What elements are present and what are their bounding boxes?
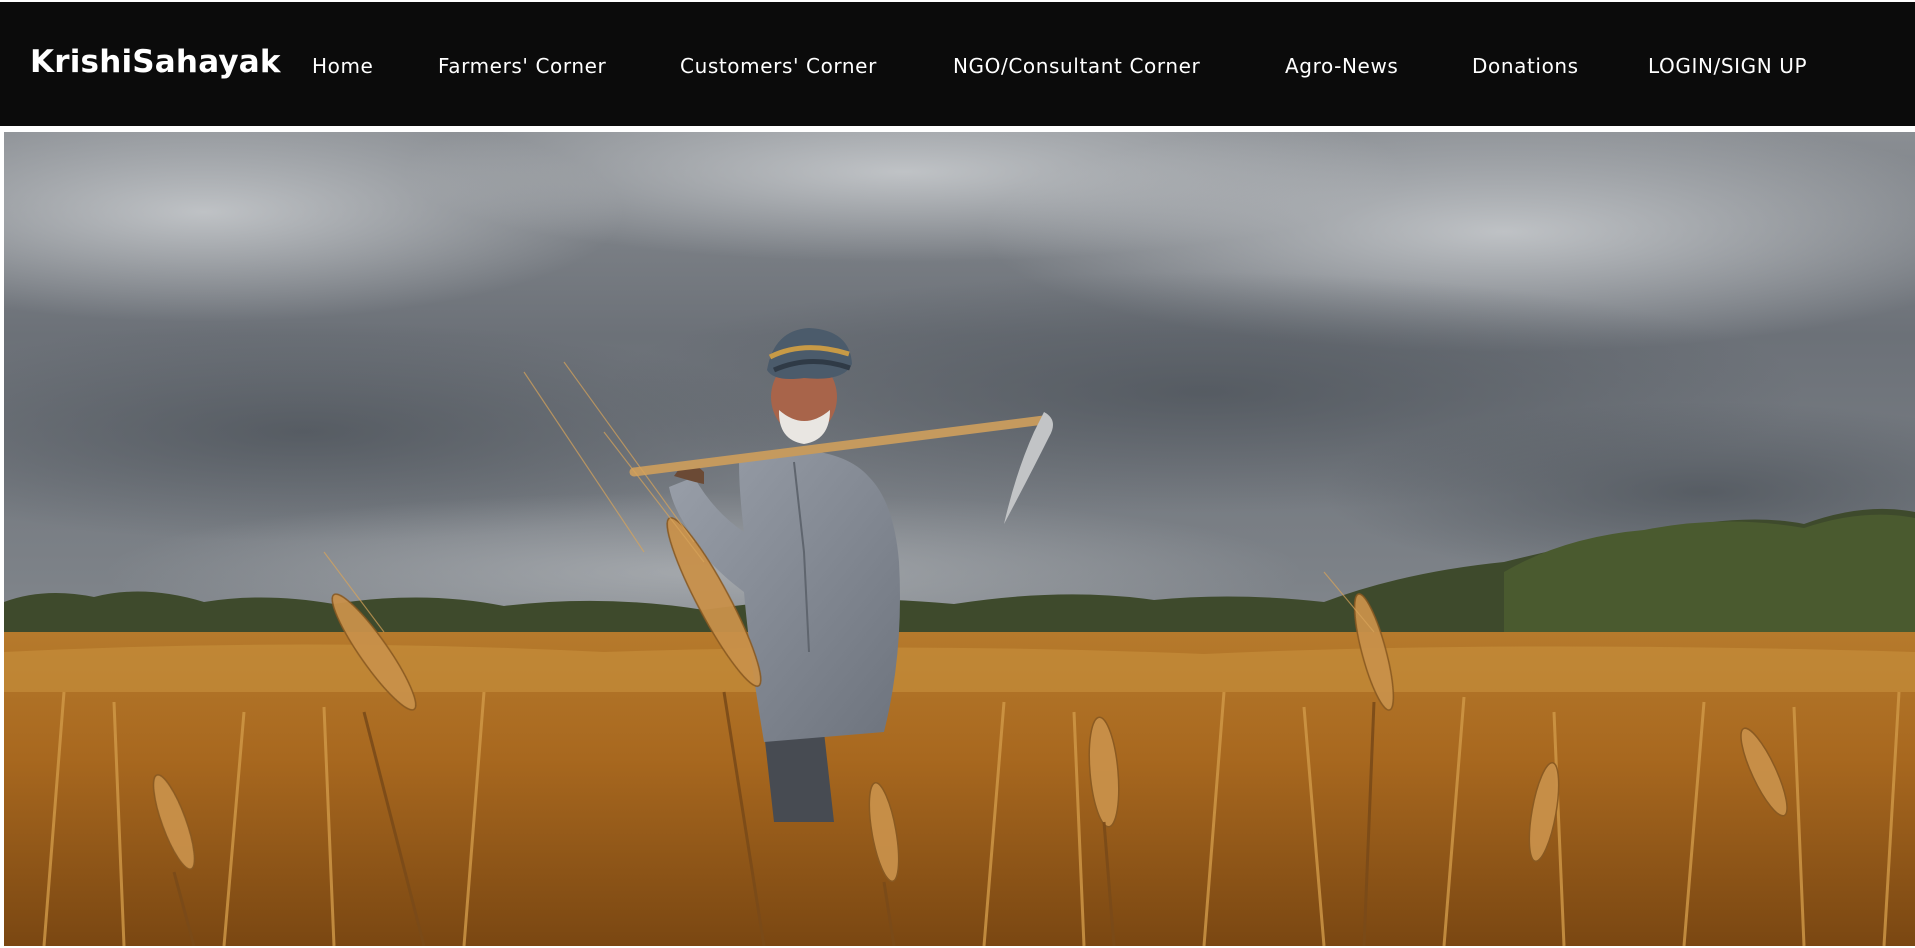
hero-banner: [4, 132, 1915, 946]
nav-donations[interactable]: Donations: [1472, 54, 1579, 78]
nav-home[interactable]: Home: [312, 54, 373, 78]
nav-agro-news[interactable]: Agro-News: [1285, 54, 1398, 78]
top-navbar: KrishiSahayak Home Farmers' Corner Custo…: [0, 0, 1915, 126]
nav-customers-corner[interactable]: Customers' Corner: [680, 54, 877, 78]
nav-farmers-corner[interactable]: Farmers' Corner: [438, 54, 606, 78]
nav-login-signup[interactable]: LOGIN/SIGN UP: [1648, 54, 1807, 78]
nav-ngo-consultant-corner[interactable]: NGO/Consultant Corner: [953, 54, 1200, 78]
hero-image-farmer-wheat-field: [4, 132, 1915, 946]
brand-logo-link[interactable]: KrishiSahayak: [30, 44, 281, 80]
